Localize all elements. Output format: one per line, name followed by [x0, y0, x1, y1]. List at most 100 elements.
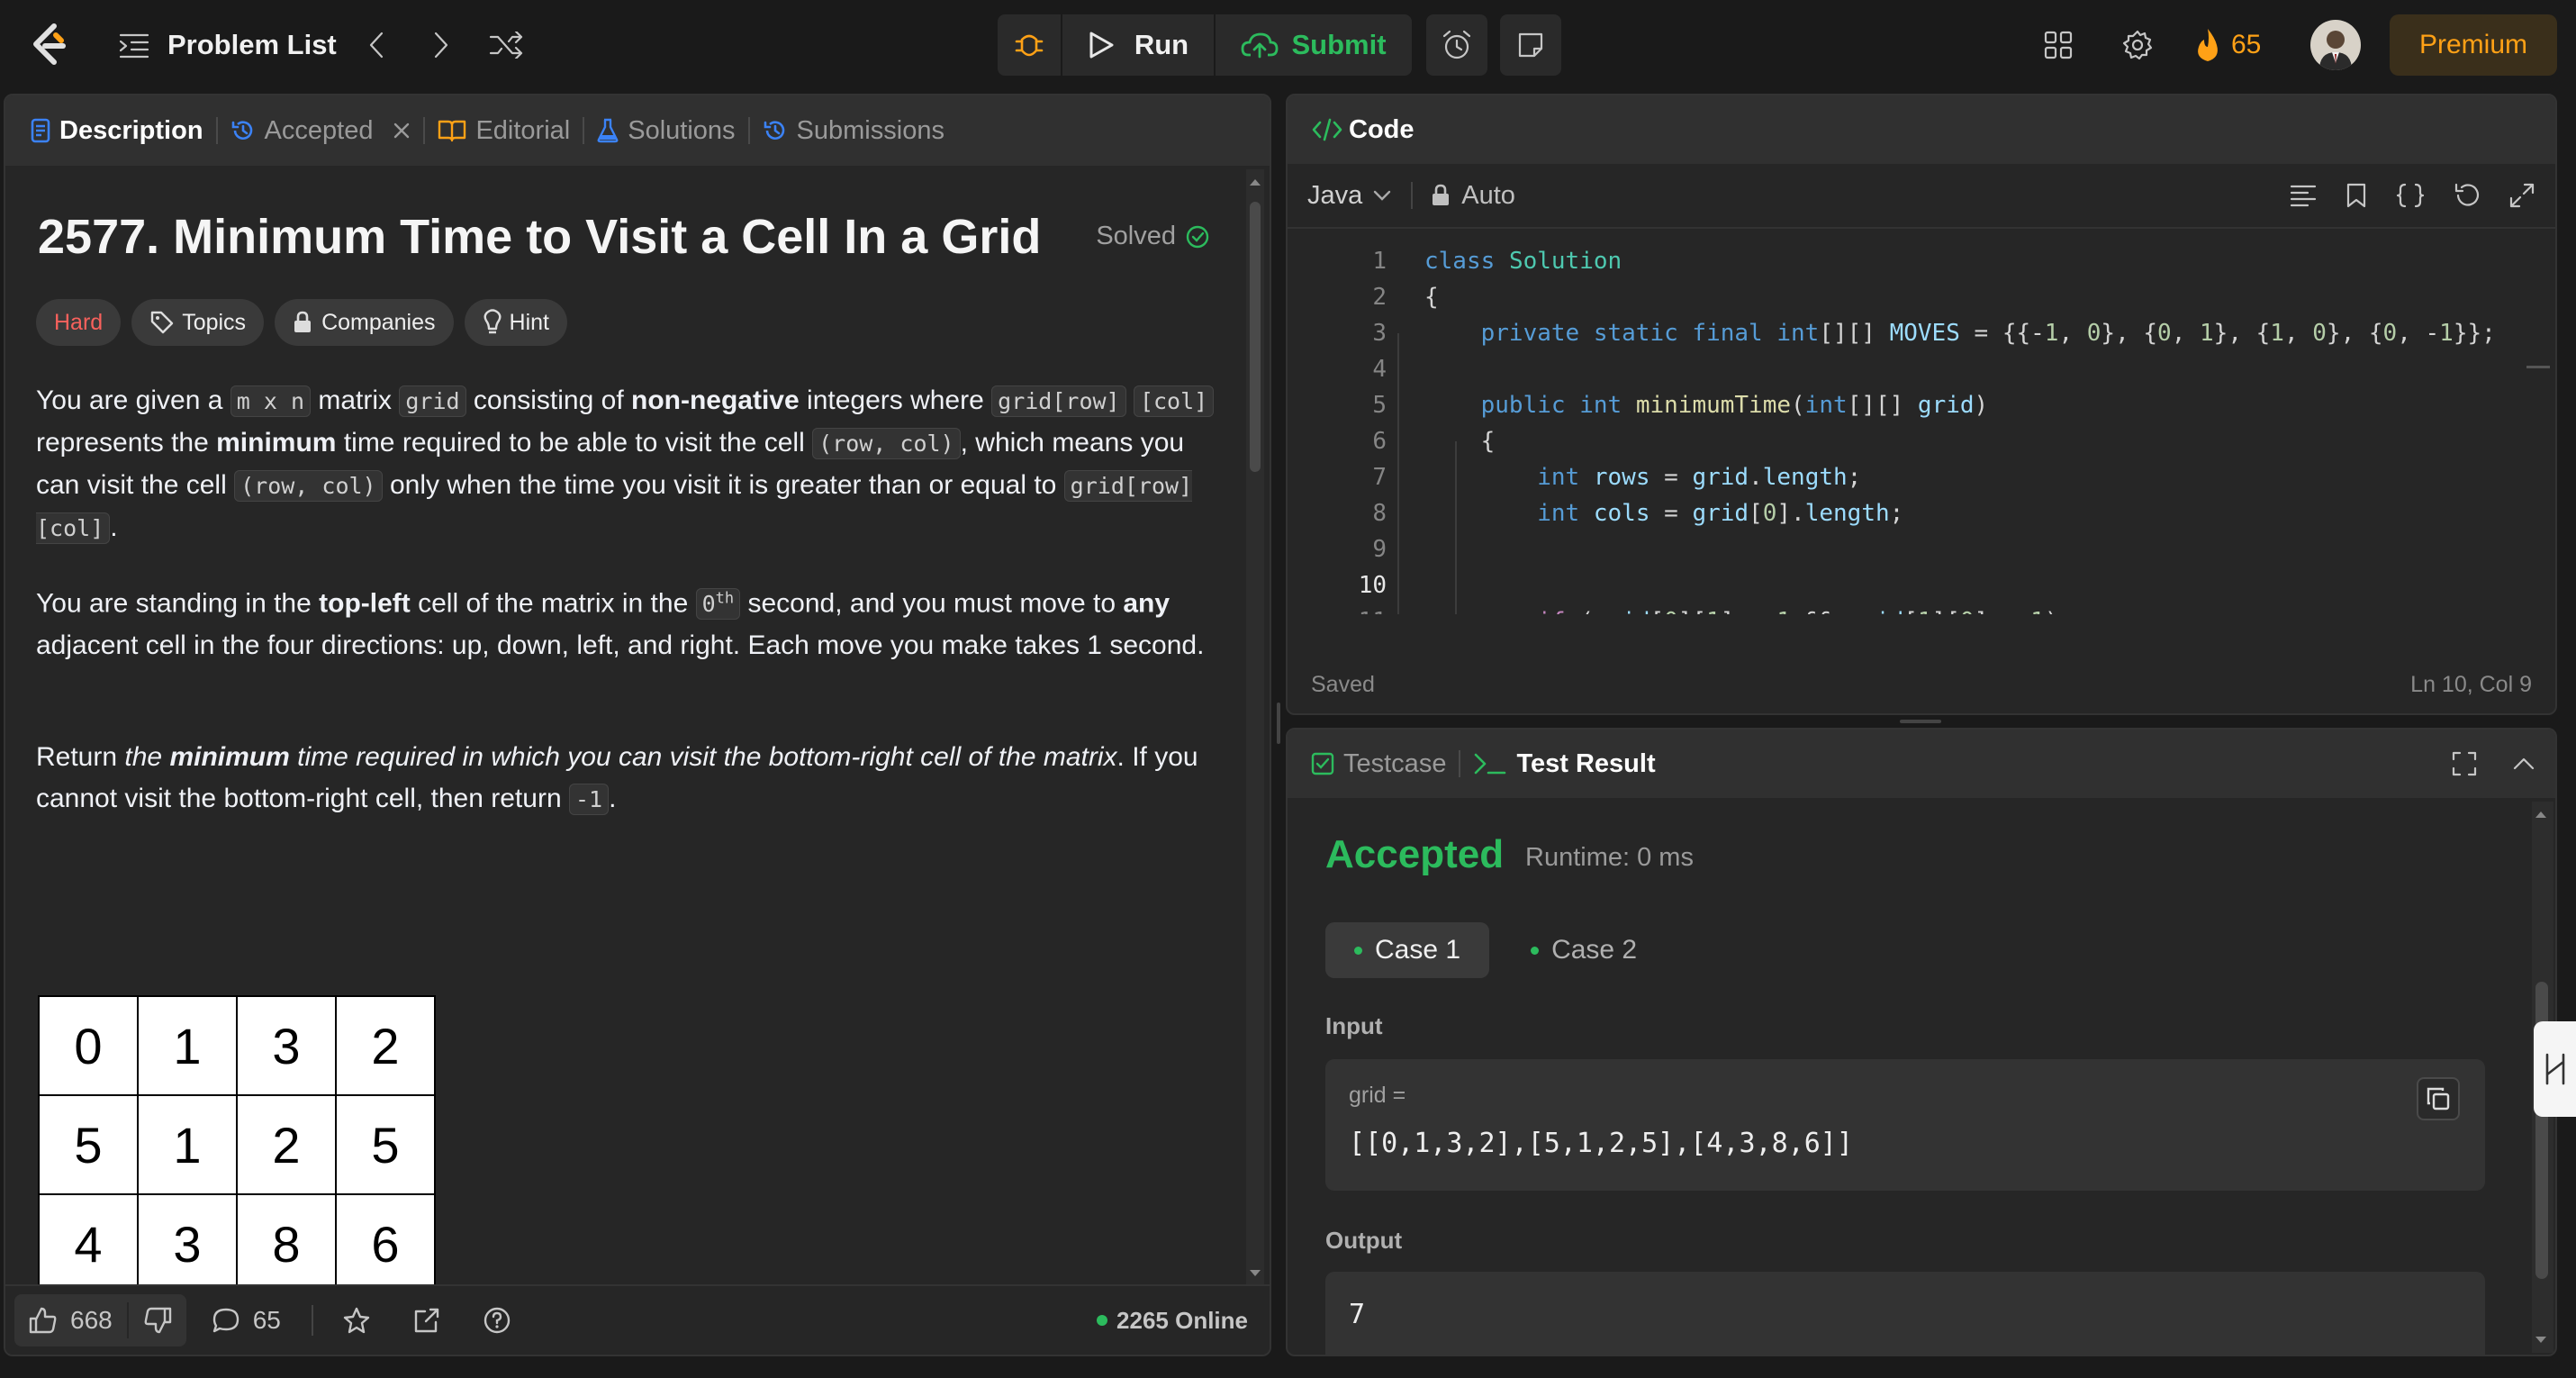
example-grid-image: 0 1 3 2 5 1 2 5 4 3 8 6 [38, 995, 436, 1294]
favorite-button[interactable] [342, 1306, 371, 1335]
braces-icon[interactable] [2395, 182, 2426, 209]
save-status: Saved [1311, 671, 1375, 697]
dislike-button[interactable] [129, 1294, 186, 1346]
scroll-down-icon[interactable] [2532, 1333, 2550, 1347]
topics-chip[interactable]: Topics [131, 299, 265, 346]
like-button[interactable]: 668 [14, 1294, 127, 1346]
line-number: 7 [1372, 464, 1387, 491]
tab-editorial[interactable]: Editorial [425, 95, 583, 166]
expand-icon[interactable] [2508, 182, 2535, 209]
checkbox-icon [1311, 752, 1334, 775]
debug-icon[interactable] [998, 14, 1062, 76]
tab-test-result[interactable]: Test Result [1460, 730, 1668, 799]
tab-code[interactable]: Code [1288, 95, 1427, 165]
grid-cell: 2 [335, 995, 436, 1096]
horizontal-splitter-handle[interactable] [1900, 720, 1941, 723]
scroll-up-icon[interactable] [1246, 175, 1264, 189]
problem-list-link[interactable]: Problem List [167, 25, 337, 65]
tag-icon [150, 311, 174, 334]
text: cell of the matrix in the [410, 588, 696, 619]
layout-icon[interactable] [2038, 25, 2078, 65]
comments-button[interactable]: 65 [212, 1306, 281, 1335]
avatar[interactable] [2310, 20, 2361, 70]
copy-button[interactable] [2417, 1077, 2460, 1120]
share-button[interactable] [412, 1306, 441, 1335]
result-tabbar: Testcase Test Result [1288, 730, 2555, 798]
collapse-chevron-up-icon[interactable] [2510, 750, 2537, 777]
run-submit-group: Run Submit [998, 14, 1412, 76]
comment-icon [212, 1308, 239, 1333]
close-icon[interactable] [393, 122, 411, 140]
settings-gear-icon[interactable] [2118, 25, 2157, 65]
lock-icon [1433, 184, 1450, 205]
case-2-button[interactable]: Case 2 [1502, 922, 1666, 978]
line-number: 5 [1372, 392, 1387, 419]
text: only when the time you visit it is great… [382, 470, 1064, 500]
scroll-down-icon[interactable] [1246, 1266, 1264, 1281]
problem-title: 2577. Minimum Time to Visit a Cell In a … [38, 210, 1042, 264]
tab-description[interactable]: Description [5, 95, 216, 166]
timer-button[interactable] [1426, 14, 1487, 76]
submit-button[interactable]: Submit [1216, 14, 1412, 76]
grid-cell: 1 [137, 1094, 238, 1195]
tab-solutions[interactable]: Solutions [584, 95, 747, 166]
hint-chip[interactable]: Hint [464, 299, 567, 346]
inline-code: 0th [695, 588, 741, 621]
shuffle-icon[interactable] [486, 27, 526, 63]
text: You are standing in the [36, 588, 320, 619]
leetcode-logo[interactable] [25, 22, 72, 68]
reset-icon[interactable] [2453, 182, 2481, 209]
next-problem-button[interactable] [425, 27, 457, 63]
scrollbar-marker [2526, 366, 2550, 368]
premium-button[interactable]: Premium [2390, 14, 2557, 76]
hint-label: Hint [509, 309, 549, 335]
floating-side-widget[interactable] [2534, 1021, 2576, 1117]
thumbs-down-icon [144, 1307, 171, 1334]
line-number: 4 [1372, 356, 1387, 383]
vertical-splitter-handle[interactable] [1277, 703, 1280, 744]
case-label: Case 1 [1375, 935, 1461, 965]
flask-icon [597, 118, 619, 143]
editor-scrollbar[interactable] [2526, 231, 2552, 614]
text: adjacent cell in the four directions: up… [36, 630, 1205, 661]
scroll-up-icon[interactable] [2532, 807, 2550, 821]
bold-text: non-negative [631, 385, 800, 415]
chevron-down-icon [1374, 190, 1391, 201]
problem-list-icon[interactable] [117, 27, 151, 63]
bookmark-icon[interactable] [2345, 182, 2368, 209]
notes-button[interactable] [1500, 14, 1561, 76]
text: matrix [311, 385, 400, 415]
editor-toolbar: Java Auto [1288, 164, 2555, 229]
input-label: Input [1325, 1012, 1383, 1039]
alarm-clock-icon [1426, 14, 1487, 76]
copy-icon [2427, 1087, 2450, 1111]
help-button[interactable] [483, 1306, 511, 1335]
text: represents the [36, 428, 217, 458]
grid-cell: 3 [236, 995, 337, 1096]
tab-testcase[interactable]: Testcase [1288, 730, 1459, 799]
tab-accepted[interactable]: Accepted [218, 95, 424, 166]
case-1-button[interactable]: Case 1 [1325, 922, 1490, 978]
code-editor[interactable]: 1 class Solution 2{ 3 private static fina… [1288, 231, 2528, 614]
code-line: 4 [1288, 351, 1424, 387]
description-scrollbar[interactable] [1246, 169, 1264, 1286]
autocomplete-mode[interactable]: Auto [1431, 181, 1515, 211]
format-lines-icon[interactable] [2289, 183, 2318, 208]
note-icon [1500, 14, 1561, 76]
inline-code: (row, col) [234, 470, 383, 502]
streak-counter[interactable]: 65 [2193, 23, 2261, 67]
scrollbar-thumb[interactable] [1250, 202, 1261, 472]
language-select[interactable]: Java [1307, 181, 1393, 211]
grid-cell: 1 [137, 995, 238, 1096]
tab-submissions[interactable]: Submissions [750, 95, 957, 166]
text: integers where [799, 385, 992, 415]
prev-problem-button[interactable] [360, 27, 393, 63]
run-button[interactable]: Run [1062, 14, 1216, 76]
maximize-icon[interactable] [2451, 750, 2478, 777]
grid-cell: 6 [335, 1193, 436, 1294]
text: . [609, 784, 617, 813]
code-text: int rows = grid.length; [1537, 464, 1862, 491]
superscript: th [715, 590, 735, 608]
grid-cell: 4 [38, 1193, 139, 1294]
companies-chip[interactable]: Companies [275, 299, 454, 346]
